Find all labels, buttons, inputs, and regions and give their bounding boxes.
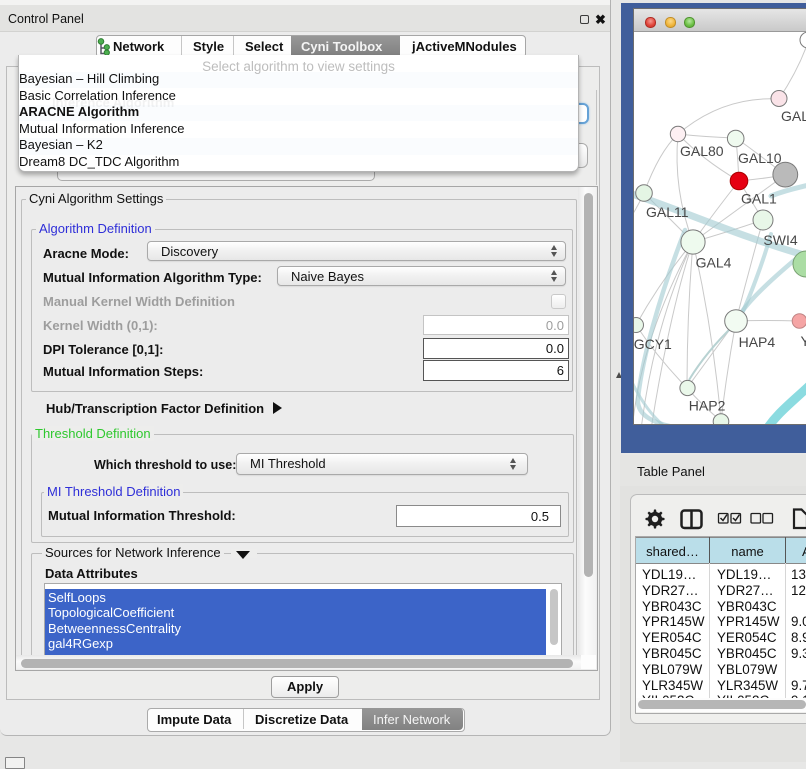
svg-text:SWI4: SWI4 xyxy=(763,232,797,248)
svg-text:GAL4: GAL4 xyxy=(696,255,732,271)
svg-text:HAP4: HAP4 xyxy=(739,334,776,350)
svg-text:GAL2: GAL2 xyxy=(781,108,806,124)
svg-text:Y: Y xyxy=(801,333,806,349)
svg-text:GAL80: GAL80 xyxy=(680,143,724,159)
svg-text:GCY1: GCY1 xyxy=(634,336,672,352)
svg-text:HAP2: HAP2 xyxy=(689,398,726,414)
svg-text:GAL1: GAL1 xyxy=(741,191,777,207)
svg-text:GAL11: GAL11 xyxy=(646,204,689,220)
svg-text:GAL10: GAL10 xyxy=(738,150,782,166)
